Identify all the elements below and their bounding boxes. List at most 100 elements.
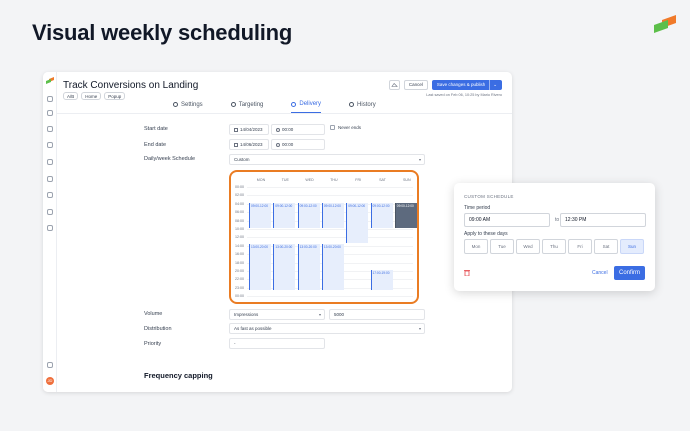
schedule-block[interactable]: 09:00-12:00 [297,203,320,228]
apply-days-label: Apply to these days [464,231,508,237]
brand-logo [654,15,676,33]
hour-gridline [247,296,413,298]
hour-label: 00:00 [235,185,244,189]
hour-label: 20:00 [235,269,244,273]
app-logo-icon [46,77,54,84]
day-toggle-fri[interactable]: Fri [568,239,592,254]
home-chip[interactable]: Home [81,92,102,100]
day-header: TUE [281,178,289,182]
campaign-meta: A/B Home Popup [63,92,126,100]
schedule-block[interactable]: 17:00-19:00 [370,270,393,290]
ab-chip[interactable]: A/B [63,92,79,100]
day-header: THU [330,178,338,182]
hour-label: 18:00 [235,260,244,265]
priority-input[interactable]: - [229,338,325,349]
volume-type-value: Impressions [234,312,259,317]
cancel-button[interactable]: Cancel [403,80,428,90]
end-time-input[interactable]: 00:00 [271,139,325,150]
schedule-block[interactable]: 13:00-20:00 [273,244,296,290]
tab-settings[interactable]: Settings [173,101,203,113]
start-time-value: 00:00 [282,127,294,132]
distribution-value: As fast as possible [234,326,272,331]
schedule-block[interactable]: 13:00-20:00 [321,244,344,290]
hour-label: 00:00 [235,294,244,299]
end-time-value: 00:00 [282,142,294,147]
day-header: WED [305,178,314,182]
docs-icon[interactable] [47,362,53,368]
end-date-input[interactable]: 14/06/2023 [229,139,269,150]
time-to-input[interactable]: 12:30 PM [560,213,646,227]
tab-delivery[interactable]: Delivery [291,101,322,113]
popover-cancel-button[interactable]: Cancel [592,270,608,276]
dashboard-icon[interactable] [47,96,53,102]
drop-icon[interactable] [47,159,53,165]
link-icon[interactable] [47,225,53,231]
day-toggle-thu[interactable]: Thu [542,239,566,254]
schedule-block-selected[interactable]: 09:00-12:00 [394,203,417,228]
never-ends-option[interactable]: Never ends [330,125,361,130]
tab-label: History [357,101,376,108]
hour-gridline [247,229,413,230]
schedule-block[interactable]: 09:00-12:00 [346,203,369,243]
never-ends-label: Never ends [338,125,362,130]
distribution-select[interactable]: As fast as possible ▾ [229,323,425,334]
weekly-calendar[interactable]: MON TUE WED THU FRI SAT SUN 00:00 02:00 04:00 06:0… [229,170,419,304]
start-date-input[interactable]: 14/04/2023 [229,124,269,135]
target-icon[interactable] [47,126,53,132]
trash-icon[interactable] [464,269,470,276]
volume-type-select[interactable]: Impressions ▾ [229,309,325,320]
hour-label: 22:00 [235,277,244,282]
day-header: MON [256,178,266,182]
day-toggle-mon[interactable]: Mon [464,239,488,254]
list-icon[interactable] [47,192,53,198]
day-toggle-wed[interactable]: Wed [516,239,540,254]
confirm-button[interactable]: Confirm [614,266,645,280]
day-header: SAT [379,178,386,182]
schedule-block[interactable]: 13:00-20:00 [297,244,320,290]
schedule-block[interactable]: 09:00-12:00 [370,203,393,228]
volume-label: Volume [144,311,163,317]
schedule-block[interactable]: 09:00-12:00 [249,203,271,228]
chevron-down-icon: ▾ [418,157,421,162]
schedule-block[interactable]: 09:00-12:00 [273,203,296,228]
send-icon [291,101,297,107]
volume-input[interactable]: 5000 [329,309,425,320]
calendar-icon [234,142,238,147]
window-icon[interactable] [47,209,53,215]
chart-icon[interactable] [47,110,53,116]
avatar[interactable]: JD [46,377,54,385]
schedule-block[interactable]: 13:00-20:00 [249,244,271,290]
schedule-block[interactable]: 09:00-12:00 [321,203,344,228]
user-icon [230,102,236,107]
pin-icon[interactable] [47,142,53,148]
tab-bar: Settings Targeting Delivery History [173,101,376,113]
layout-icon[interactable] [47,176,53,182]
start-time-input[interactable]: 00:00 [271,124,325,135]
day-header: FRI [355,178,362,182]
clock-icon [349,102,355,107]
to-label: to [555,217,560,223]
day-toggle-tue[interactable]: Tue [490,239,514,254]
tab-history[interactable]: History [349,101,376,113]
priority-label: Priority [144,341,162,347]
hour-label: 16:00 [235,252,244,257]
schedule-label: Daily/week Schedule [144,156,196,162]
popup-chip[interactable]: Popup [104,92,126,100]
day-toggle-sun[interactable]: Sun [620,239,644,254]
clock-icon [276,142,280,147]
time-from-input[interactable]: 09:00 AM [464,213,550,227]
never-ends-checkbox[interactable] [330,125,335,130]
schedule-select[interactable]: Custom ▾ [229,154,425,165]
tab-targeting[interactable]: Targeting [230,101,263,113]
chevron-down-icon[interactable]: ⌄ [489,80,497,90]
last-saved: Last saved on Feb 06, 10:25 by Mario Riv… [426,93,502,97]
save-publish-button[interactable]: Save changes & publish ⌄ [431,80,502,90]
priority-value: - [234,341,236,346]
hour-label: 12:00 [235,235,244,240]
day-toggle-sat[interactable]: Sat [594,239,618,254]
eye-icon [391,83,398,87]
end-date-label: End date [144,142,167,148]
preview-button[interactable] [388,80,400,90]
chevron-down-icon: ▾ [418,326,421,331]
top-actions: Cancel Save changes & publish ⌄ [388,80,502,90]
